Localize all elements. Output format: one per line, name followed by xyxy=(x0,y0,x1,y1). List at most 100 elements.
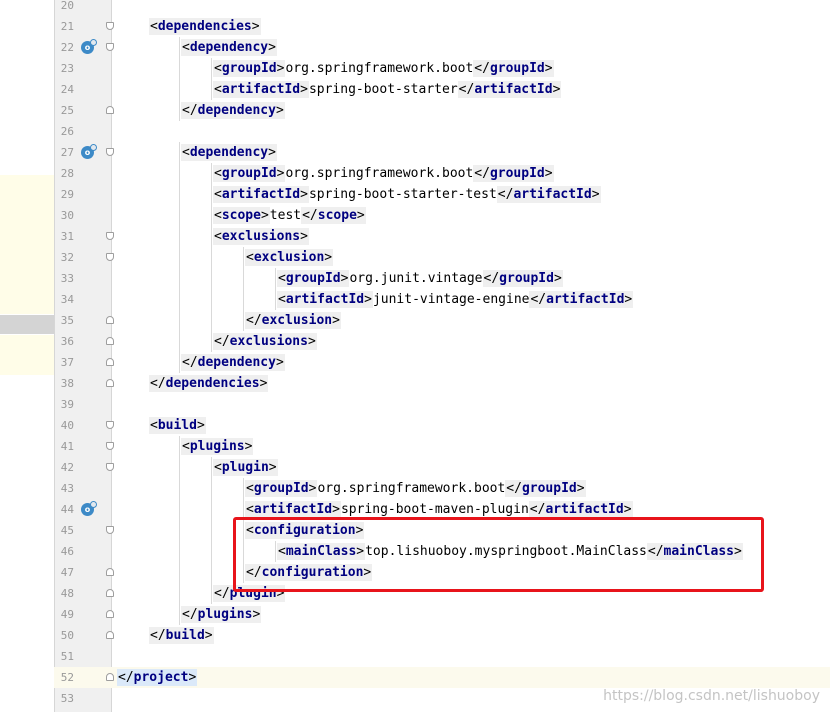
fold-end-icon[interactable] xyxy=(106,358,114,366)
code-line[interactable]: 22 o <dependency> xyxy=(54,37,830,58)
code-line[interactable]: 31 <exclusions> xyxy=(54,226,830,247)
fold-end-icon[interactable] xyxy=(106,610,114,618)
fold-end-icon[interactable] xyxy=(106,568,114,576)
close-tag: </dependency> xyxy=(181,354,285,371)
code-text: <groupId>org.springframework.boot</group… xyxy=(213,58,554,79)
code-line[interactable]: 37 </dependency> xyxy=(54,352,830,373)
indent-guide xyxy=(211,478,212,499)
code-text: <plugins> xyxy=(181,436,254,457)
code-line[interactable]: 35 </exclusion> xyxy=(54,310,830,331)
code-text: </dependency> xyxy=(181,100,285,121)
code-text: <build> xyxy=(149,415,206,436)
code-line[interactable]: 42 <plugin> xyxy=(54,457,830,478)
close-tag: </artifactId> xyxy=(457,81,562,98)
code-line[interactable]: 49 </plugins> xyxy=(54,604,830,625)
indent-guide xyxy=(179,37,180,58)
code-line[interactable]: 39 xyxy=(54,394,830,415)
open-tag: <configuration> xyxy=(245,522,365,539)
code-line[interactable]: 23 <groupId>org.springframework.boot</gro… xyxy=(54,58,830,79)
open-tag: <dependencies> xyxy=(149,18,261,35)
fold-collapse-icon[interactable] xyxy=(106,22,114,30)
indent-guide xyxy=(179,541,180,562)
indent-guide xyxy=(211,541,212,562)
code-line[interactable]: 38 </dependencies> xyxy=(54,373,830,394)
code-line[interactable]: 29 <artifactId>spring-boot-starter-test</… xyxy=(54,184,830,205)
code-line[interactable]: 34 <artifactId>junit-vintage-engine</arti… xyxy=(54,289,830,310)
fold-collapse-icon[interactable] xyxy=(106,463,114,471)
line-number: 22 xyxy=(60,41,74,54)
line-number: 40 xyxy=(60,419,74,432)
fold-collapse-icon[interactable] xyxy=(106,526,114,534)
open-tag: <build> xyxy=(149,417,206,434)
code-line[interactable]: 20 xyxy=(54,0,830,16)
code-line[interactable]: 21 <dependencies> xyxy=(54,16,830,37)
code-line[interactable]: 50 </build> xyxy=(54,625,830,646)
close-tag: </exclusion> xyxy=(245,312,341,329)
fold-collapse-icon[interactable] xyxy=(106,421,114,429)
code-line[interactable]: 43 <groupId>org.springframework.boot</gro… xyxy=(54,478,830,499)
indent-guide xyxy=(243,310,244,331)
code-line[interactable]: 45 <configuration> xyxy=(54,520,830,541)
fold-collapse-icon[interactable] xyxy=(106,442,114,450)
line-number: 50 xyxy=(60,629,74,642)
open-tag: <exclusions> xyxy=(213,228,309,245)
fold-end-icon[interactable] xyxy=(106,106,114,114)
code-line[interactable]: 25 </dependency> xyxy=(54,100,830,121)
indent-guide xyxy=(211,520,212,541)
fold-end-icon[interactable] xyxy=(106,631,114,639)
tag-value: spring-boot-maven-plugin xyxy=(340,502,529,517)
code-line[interactable]: 30 <scope>test</scope> xyxy=(54,205,830,226)
code-line[interactable]: 52 </project> xyxy=(54,667,830,688)
open-tag: <artifactId> xyxy=(213,186,309,203)
indent-guide xyxy=(179,226,180,247)
fold-collapse-icon[interactable] xyxy=(106,253,114,261)
code-text: <exclusions> xyxy=(213,226,309,247)
code-line[interactable]: 46 <mainClass>top.lishuoboy.myspringboot.… xyxy=(54,541,830,562)
indent-guide xyxy=(211,58,212,79)
maven-dependency-icon[interactable]: o xyxy=(81,144,97,159)
line-number: 42 xyxy=(60,461,74,474)
code-text: <mainClass>top.lishuoboy.myspringboot.Ma… xyxy=(277,541,743,562)
code-line[interactable]: 24 <artifactId>spring-boot-starter</artif… xyxy=(54,79,830,100)
code-line[interactable]: 41 <plugins> xyxy=(54,436,830,457)
fold-end-icon[interactable] xyxy=(106,589,114,597)
code-line[interactable]: 32 <exclusion> xyxy=(54,247,830,268)
code-line[interactable]: 40 <build> xyxy=(54,415,830,436)
fold-collapse-icon[interactable] xyxy=(106,232,114,240)
close-tag: </build> xyxy=(149,627,214,644)
indent-guide xyxy=(179,436,180,457)
code-line[interactable]: 51 xyxy=(54,646,830,667)
tag-value: org.junit.vintage xyxy=(349,271,483,286)
fold-end-icon[interactable] xyxy=(106,673,114,681)
code-line[interactable]: 44 o <artifactId>spring-boot-maven-plugin<… xyxy=(54,499,830,520)
code-line[interactable]: 48 </plugin> xyxy=(54,583,830,604)
code-line[interactable]: 36 </exclusions> xyxy=(54,331,830,352)
fold-collapse-icon[interactable] xyxy=(106,148,114,156)
code-line[interactable]: 28 <groupId>org.springframework.boot</gro… xyxy=(54,163,830,184)
code-text: <groupId>org.springframework.boot</group… xyxy=(245,478,586,499)
indent-guide xyxy=(179,142,180,163)
indent-guide xyxy=(211,583,212,604)
code-line[interactable]: 26 xyxy=(54,121,830,142)
close-tag: </artifactId> xyxy=(528,501,633,518)
code-line[interactable]: 47 </configuration> xyxy=(54,562,830,583)
fold-collapse-icon[interactable] xyxy=(106,43,114,51)
close-tag: </artifactId> xyxy=(529,291,634,308)
tag-value: org.springframework.boot xyxy=(285,61,474,76)
open-tag: <groupId> xyxy=(277,270,350,287)
fold-end-icon[interactable] xyxy=(106,316,114,324)
line-number: 20 xyxy=(60,0,74,12)
line-number: 29 xyxy=(60,188,74,201)
code-line[interactable]: 33 <groupId>org.junit.vintage</groupId> xyxy=(54,268,830,289)
line-number: 53 xyxy=(60,692,74,705)
indent-guide xyxy=(211,499,212,520)
maven-dependency-icon[interactable]: o xyxy=(81,501,97,516)
fold-end-icon[interactable] xyxy=(106,379,114,387)
indent-guide xyxy=(179,163,180,184)
indent-guide xyxy=(179,184,180,205)
indent-guide xyxy=(179,100,180,121)
maven-dependency-icon[interactable]: o xyxy=(81,39,97,54)
fold-end-icon[interactable] xyxy=(106,337,114,345)
indent-guide xyxy=(179,562,180,583)
code-line[interactable]: 27 o <dependency> xyxy=(54,142,830,163)
